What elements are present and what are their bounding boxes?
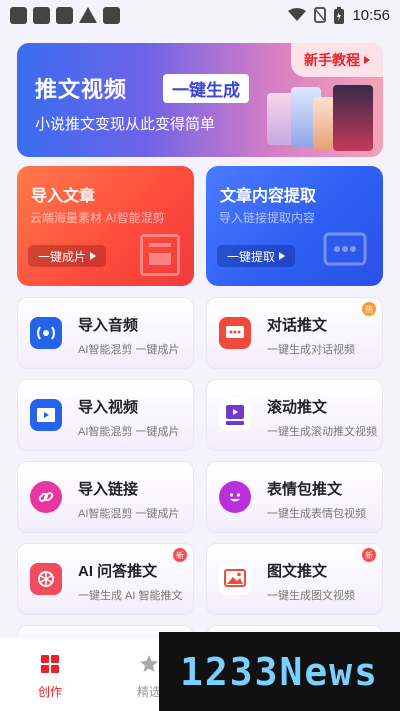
- card-subtitle: 导入链接提取内容: [219, 211, 316, 225]
- tool-emoji-post[interactable]: 表情包推文 一键生成表情包视频: [206, 461, 383, 533]
- tool-subtitle: 一键生成滚动推文视频: [267, 426, 377, 438]
- tool-subtitle: 一键生成 AI 智能推文: [78, 590, 183, 602]
- one-click-extract-button[interactable]: 一键提取: [217, 245, 296, 267]
- banner-title: 推文视频: [35, 77, 128, 102]
- arrow-right-icon: [279, 252, 286, 260]
- arrow-right-icon: [90, 252, 97, 260]
- notification-icon: [10, 6, 27, 24]
- star-icon: [140, 655, 158, 672]
- banner-illustration: [267, 83, 377, 153]
- audio-icon: [30, 317, 62, 349]
- tool-title: 表情包推文: [267, 481, 343, 498]
- tool-subtitle: 一键生成对话视频: [267, 344, 355, 356]
- wifi-icon: [288, 8, 307, 21]
- tool-import-video[interactable]: 导入视频 AI智能混剪 一键成片: [17, 379, 194, 451]
- new-badge: 新: [173, 548, 187, 562]
- tool-subtitle: AI智能混剪 一键成片: [78, 426, 180, 438]
- chat-bubble-icon: [323, 232, 367, 266]
- import-article-card[interactable]: 导入文章 云端海量素材 AI智能混剪 一键成片: [17, 166, 194, 286]
- video-icon: [30, 399, 62, 431]
- nav-create[interactable]: 创作: [30, 654, 70, 700]
- notification-icon: [56, 6, 73, 24]
- link-icon: [30, 481, 62, 513]
- tool-scroll-post[interactable]: 滚动推文 一键生成滚动推文视频: [206, 379, 383, 451]
- tool-title: 图文推文: [267, 563, 328, 580]
- card-title: 导入文章: [31, 188, 96, 205]
- tool-dialogue-post[interactable]: 对话推文 一键生成对话视频 热: [206, 297, 383, 369]
- extract-article-card[interactable]: 文章内容提取 导入链接提取内容 一键提取: [206, 166, 383, 286]
- tool-subtitle: AI智能混剪 一键成片: [78, 508, 180, 520]
- tool-image-text-post[interactable]: 图文推文 一键生成图文视频 新: [206, 543, 383, 615]
- nav-label: 创作: [37, 685, 62, 699]
- notification-icon: [103, 6, 120, 24]
- tool-subtitle: AI智能混剪 一键成片: [78, 344, 180, 356]
- tool-ai-qa-post[interactable]: AI 问答推文 一键生成 AI 智能推文 新: [17, 543, 194, 615]
- tool-title: 滚动推文: [267, 399, 328, 416]
- smiley-icon: [219, 481, 251, 513]
- scroll-icon: [219, 399, 251, 431]
- tool-title: 导入音频: [78, 317, 139, 334]
- status-bar: 10:56: [0, 0, 400, 30]
- one-click-video-button[interactable]: 一键成片: [28, 245, 107, 267]
- arrow-right-icon: [364, 56, 370, 64]
- new-badge: 新: [362, 548, 376, 562]
- document-icon: [140, 234, 180, 276]
- ai-icon: [30, 563, 62, 595]
- warning-icon: [79, 7, 97, 23]
- no-sim-icon: [314, 7, 327, 23]
- tool-title: 导入视频: [78, 399, 139, 416]
- tool-import-link[interactable]: 导入链接 AI智能混剪 一键成片: [17, 461, 194, 533]
- tool-import-audio[interactable]: 导入音频 AI智能混剪 一键成片: [17, 297, 194, 369]
- image-icon: [219, 563, 251, 595]
- tool-title: AI 问答推文: [78, 563, 158, 580]
- card-subtitle: 云端海量素材 AI智能混剪: [30, 211, 165, 225]
- card-title: 文章内容提取: [220, 188, 317, 205]
- chat-icon: [219, 317, 251, 349]
- notification-icon: [33, 6, 50, 24]
- button-label: 一键成片: [38, 249, 87, 264]
- grid-icon: [41, 655, 59, 673]
- promo-banner[interactable]: 推文视频 一键生成 小说推文变现从此变得简单 新手教程: [17, 43, 383, 157]
- button-label: 一键提取: [227, 249, 276, 264]
- clock: 10:56: [352, 6, 390, 24]
- tutorial-button[interactable]: 新手教程: [291, 43, 383, 77]
- tool-subtitle: 一键生成图文视频: [267, 590, 355, 602]
- tool-title: 导入链接: [78, 481, 139, 498]
- battery-icon: [334, 6, 345, 24]
- watermark-logo: 1233News: [159, 632, 400, 711]
- tool-subtitle: 一键生成表情包视频: [267, 508, 366, 520]
- tool-title: 对话推文: [267, 317, 328, 334]
- banner-badge: 一键生成: [163, 74, 249, 103]
- tutorial-label: 新手教程: [304, 52, 360, 68]
- banner-subtitle: 小说推文变现从此变得简单: [35, 116, 216, 133]
- hot-badge: 热: [362, 302, 376, 316]
